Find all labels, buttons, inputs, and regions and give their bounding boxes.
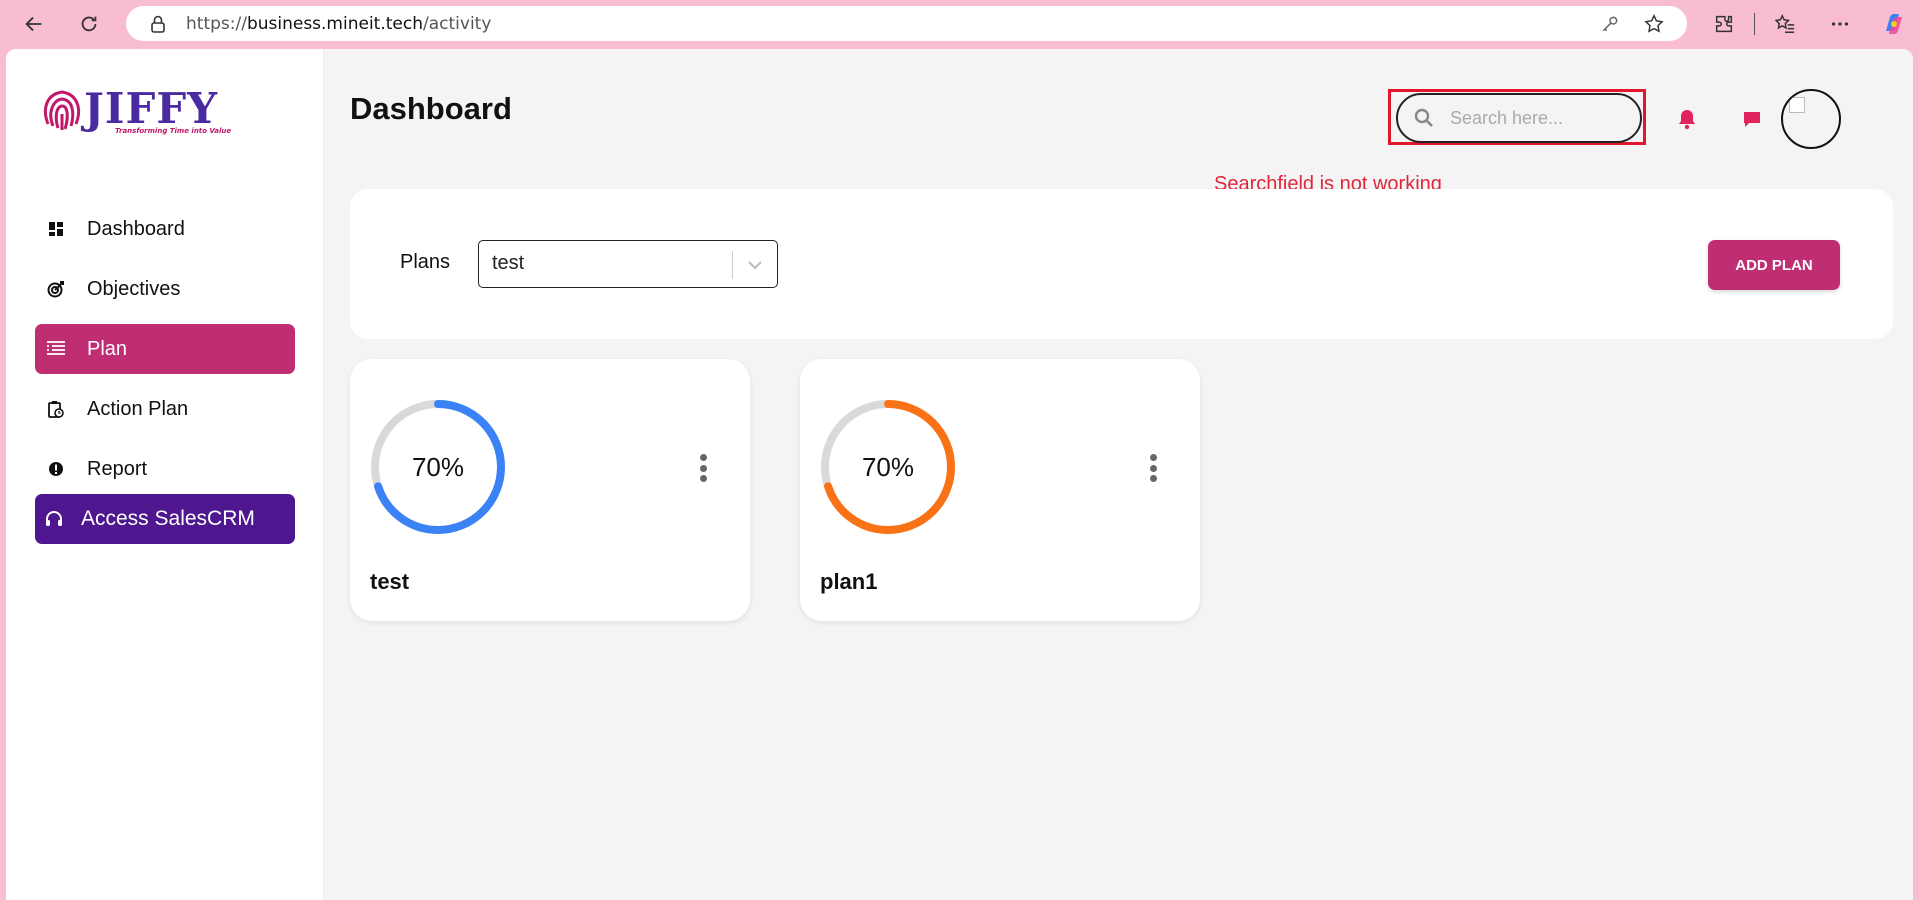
back-arrow-icon [25, 16, 42, 32]
sidebar-item-label: Dashboard [87, 217, 185, 240]
card-menu-kebab-icon[interactable] [1140, 451, 1166, 485]
sidebar-item-label: Plan [87, 337, 128, 360]
bell-icon [1679, 110, 1695, 130]
sidebar-item-label: Action Plan [87, 397, 189, 420]
extensions-icon[interactable] [1708, 8, 1740, 40]
progress-percent: 70% [861, 451, 915, 482]
list-icon [45, 338, 67, 360]
sidebar-item-action-plan[interactable]: Action Plan [35, 384, 295, 434]
plans-dropdown[interactable]: test [478, 240, 778, 288]
chat-icon [1744, 112, 1760, 127]
clipboard-clock-icon [45, 398, 67, 420]
alert-circle-icon [45, 458, 67, 480]
toolbar-divider [1754, 13, 1755, 35]
notifications-button[interactable] [1672, 104, 1702, 134]
plan-name: test [370, 569, 410, 594]
crm-label: Access SalesCRM [81, 507, 255, 530]
search-icon [1414, 107, 1436, 129]
sidebar-item-label: Objectives [87, 277, 181, 300]
access-salescrm-button[interactable]: Access SalesCRM [35, 494, 295, 544]
headset-icon [45, 510, 65, 528]
broken-image-icon [1789, 97, 1805, 113]
plan-card[interactable]: 70% plan1 [800, 359, 1200, 621]
plans-dropdown-value: test [492, 252, 525, 274]
address-bar[interactable]: https://business.mineit.tech/activity [126, 6, 1687, 41]
favorite-star-icon[interactable] [1638, 8, 1670, 40]
sidebar-item-dashboard[interactable]: Dashboard [35, 204, 295, 254]
lock-icon [151, 15, 165, 33]
favorites-list-icon[interactable] [1769, 8, 1801, 40]
plans-panel: Plans test ADD PLAN [350, 189, 1893, 339]
dashboard-icon [45, 218, 67, 240]
brand-name: JIFFY [84, 84, 219, 133]
sidebar-item-plan[interactable]: Plan [35, 324, 295, 374]
password-key-icon[interactable] [1594, 8, 1626, 40]
back-button[interactable] [18, 8, 50, 40]
refresh-icon [81, 16, 97, 32]
url-scheme: https:// [186, 14, 247, 34]
refresh-button[interactable] [73, 8, 105, 40]
chevron-down-icon[interactable] [741, 253, 769, 277]
avatar[interactable] [1781, 89, 1841, 149]
jiffy-logo[interactable]: JIFFY Transforming Time into Value [40, 83, 231, 135]
plans-label: Plans [400, 251, 451, 273]
search-field[interactable] [1396, 93, 1642, 143]
plan-card[interactable]: 70% test [350, 359, 750, 621]
copilot-icon[interactable] [1878, 8, 1910, 40]
sidebar-item-label: Report [87, 457, 148, 480]
more-options-icon[interactable] [1824, 8, 1856, 40]
target-icon [45, 278, 67, 300]
dropdown-separator [732, 251, 733, 279]
browser-toolbar: https://business.mineit.tech/activity [0, 0, 1919, 48]
brand-tagline: Transforming Time into Value [115, 127, 232, 135]
progress-percent: 70% [411, 451, 465, 482]
sidebar-item-report[interactable]: Report [35, 444, 295, 494]
sidebar-item-objectives[interactable]: Objectives [35, 264, 295, 314]
sidebar: JIFFY Transforming Time into Value Dashb… [6, 49, 324, 900]
url-path: /activity [423, 14, 492, 34]
page-title: Dashboard [350, 91, 512, 126]
web-page: JIFFY Transforming Time into Value Dashb… [6, 49, 1913, 900]
url-host: business.mineit.tech [246, 14, 423, 34]
card-menu-kebab-icon[interactable] [690, 451, 716, 485]
url-text: https://business.mineit.tech/activity [186, 14, 491, 34]
add-plan-button[interactable]: ADD PLAN [1708, 240, 1840, 290]
messages-button[interactable] [1737, 104, 1767, 134]
search-input[interactable] [1450, 107, 1630, 129]
plan-name: plan1 [820, 569, 878, 594]
fingerprint-icon [43, 90, 81, 130]
